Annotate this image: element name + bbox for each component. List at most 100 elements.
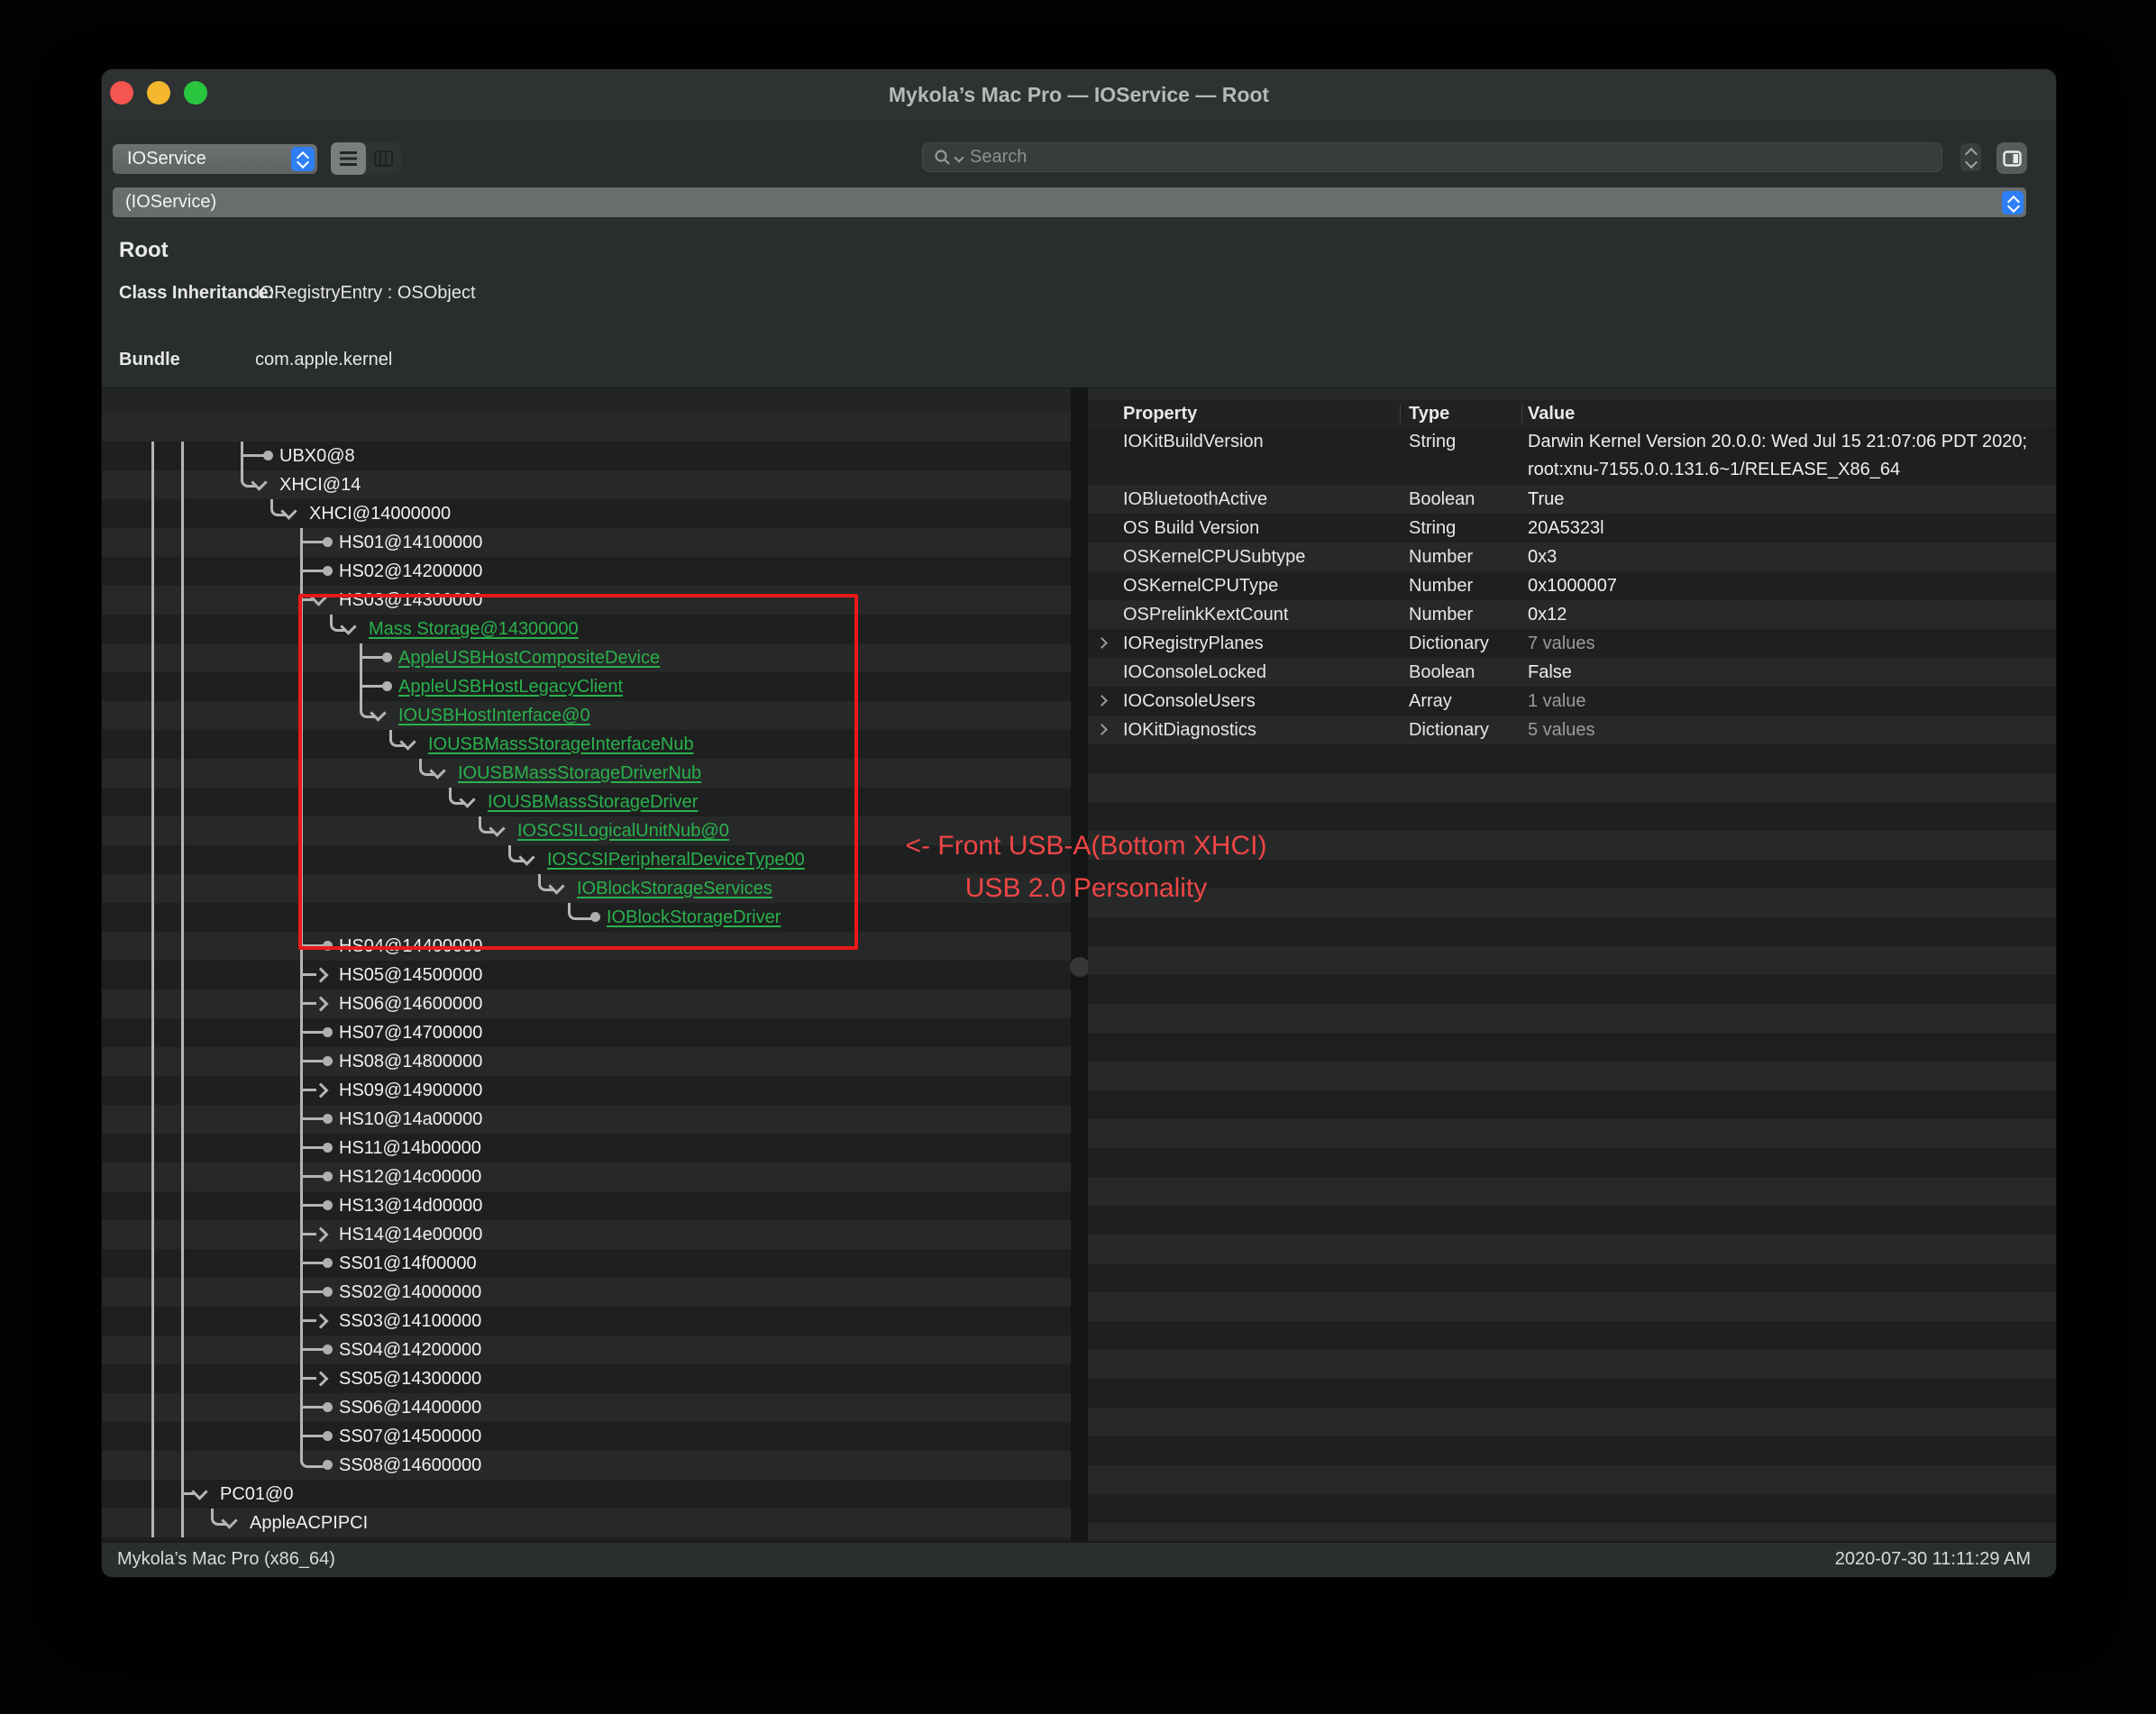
tree-node-label[interactable]: SS08@14600000 bbox=[339, 1451, 481, 1480]
inspector-toggle-button[interactable] bbox=[1996, 142, 2027, 174]
tree-node-label[interactable]: SS05@14300000 bbox=[339, 1364, 481, 1393]
tree-node-label[interactable]: IOUSBMassStorageDriverNub bbox=[458, 759, 701, 788]
tree-row[interactable]: HS04@14400000 bbox=[102, 932, 1071, 961]
property-row[interactable]: OS Build VersionString20A5323l bbox=[1088, 514, 2056, 542]
splitter-handle-icon[interactable] bbox=[1070, 957, 1090, 977]
tree-node-label[interactable]: Mass Storage@14300000 bbox=[369, 615, 579, 643]
disclosure-chevron-icon[interactable] bbox=[1096, 695, 1108, 707]
property-row[interactable]: IOConsoleLockedBooleanFalse bbox=[1088, 658, 2056, 687]
tree-row[interactable]: HS06@14600000 bbox=[102, 989, 1071, 1018]
tree-row[interactable]: HS03@14300000 bbox=[102, 586, 1071, 615]
tree-node-label[interactable]: IOSCSILogicalUnitNub@0 bbox=[517, 816, 729, 845]
tree-row[interactable]: HS07@14700000 bbox=[102, 1018, 1071, 1047]
tree-node-label[interactable]: HS13@14d00000 bbox=[339, 1191, 482, 1220]
collapsed-arrow-icon[interactable] bbox=[314, 1227, 329, 1243]
property-row[interactable]: IORegistryPlanesDictionary7 values bbox=[1088, 629, 2056, 658]
plane-path-bar[interactable]: (IOService) bbox=[113, 187, 2026, 217]
tree-row[interactable]: HS13@14d00000 bbox=[102, 1191, 1071, 1220]
column-header-property[interactable]: Property bbox=[1123, 400, 1197, 427]
expanded-chevron-icon[interactable] bbox=[191, 1483, 207, 1500]
tree-row[interactable]: SS07@14500000 bbox=[102, 1422, 1071, 1451]
tree-node-label[interactable]: SS07@14500000 bbox=[339, 1422, 481, 1451]
tree-row[interactable]: AppleUSBHostLegacyClient bbox=[102, 672, 1071, 701]
property-row[interactable]: OSPrelinkKextCountNumber0x12 bbox=[1088, 600, 2056, 629]
tree-node-label[interactable]: XHCI@14000000 bbox=[309, 499, 451, 528]
tree-node-label[interactable]: HS10@14a00000 bbox=[339, 1105, 482, 1134]
tree-row[interactable]: PC01@0 bbox=[102, 1480, 1071, 1509]
tree-row[interactable]: HS11@14b00000 bbox=[102, 1134, 1071, 1162]
tree-node-label[interactable]: HS14@14e00000 bbox=[339, 1220, 482, 1249]
tree-row[interactable]: IOUSBMassStorageInterfaceNub bbox=[102, 730, 1071, 759]
collapsed-arrow-icon[interactable] bbox=[314, 997, 329, 1012]
disclosure-chevron-icon[interactable] bbox=[1096, 724, 1108, 735]
tree-node-label[interactable]: HS09@14900000 bbox=[339, 1076, 482, 1105]
tree-row[interactable]: HS09@14900000 bbox=[102, 1076, 1071, 1105]
tree-row[interactable]: IOBlockStorageServices bbox=[102, 874, 1071, 903]
history-stepper[interactable] bbox=[1960, 143, 1981, 171]
tree-row[interactable]: IOSCSILogicalUnitNub@0 bbox=[102, 816, 1071, 845]
tree-row[interactable]: HS10@14a00000 bbox=[102, 1105, 1071, 1134]
column-view-button[interactable] bbox=[366, 142, 401, 175]
property-row[interactable]: OSKernelCPUTypeNumber0x1000007 bbox=[1088, 571, 2056, 600]
tree-node-label[interactable]: IOBlockStorageDriver bbox=[607, 903, 781, 932]
plane-selector-popup[interactable]: IOService bbox=[113, 144, 317, 174]
tree-row[interactable]: IOSCSIPeripheralDeviceType00 bbox=[102, 845, 1071, 874]
tree-row[interactable]: SS02@14000000 bbox=[102, 1278, 1071, 1307]
tree-node-label[interactable]: SS02@14000000 bbox=[339, 1278, 481, 1307]
tree-node-label[interactable]: HS06@14600000 bbox=[339, 989, 482, 1018]
tree-row[interactable]: XHCI@14000000 bbox=[102, 499, 1071, 528]
tree-node-label[interactable]: XHCI@14 bbox=[279, 470, 361, 499]
tree-node-label[interactable]: HS11@14b00000 bbox=[339, 1134, 481, 1162]
tree-row[interactable]: Mass Storage@14300000 bbox=[102, 615, 1071, 643]
list-view-button[interactable] bbox=[331, 142, 366, 175]
tree-node-label[interactable]: HS04@14400000 bbox=[339, 932, 482, 961]
tree-row[interactable]: IOUSBHostInterface@0 bbox=[102, 701, 1071, 730]
collapsed-arrow-icon[interactable] bbox=[314, 1083, 329, 1099]
tree-node-label[interactable]: IOBlockStorageServices bbox=[577, 874, 772, 903]
column-header-type[interactable]: Type bbox=[1409, 400, 1449, 427]
tree-row[interactable]: HS08@14800000 bbox=[102, 1047, 1071, 1076]
column-header-value[interactable]: Value bbox=[1528, 400, 1575, 427]
tree-node-label[interactable]: IOUSBMassStorageDriver bbox=[488, 788, 698, 816]
tree-node-label[interactable]: SS03@14100000 bbox=[339, 1307, 481, 1336]
tree-row[interactable]: SS05@14300000 bbox=[102, 1364, 1071, 1393]
tree-node-label[interactable]: AppleACPIPCI bbox=[250, 1509, 368, 1537]
property-row[interactable]: IOConsoleUsersArray1 value bbox=[1088, 687, 2056, 716]
tree-node-label[interactable]: AppleUSBHostCompositeDevice bbox=[398, 643, 660, 672]
collapsed-arrow-icon[interactable] bbox=[314, 968, 329, 983]
tree-row[interactable]: UBX0@8 bbox=[102, 442, 1071, 470]
tree-node-label[interactable]: HS12@14c00000 bbox=[339, 1162, 481, 1191]
tree-row[interactable]: IOUSBMassStorageDriver bbox=[102, 788, 1071, 816]
collapsed-arrow-icon[interactable] bbox=[314, 1314, 329, 1329]
tree-node-label[interactable]: HS02@14200000 bbox=[339, 557, 482, 586]
tree-row[interactable]: IOUSBMassStorageDriverNub bbox=[102, 759, 1071, 788]
tree-node-label[interactable]: HS05@14500000 bbox=[339, 961, 482, 989]
tree-row[interactable]: AppleACPIPCI bbox=[102, 1509, 1071, 1537]
tree-row[interactable]: SS01@14f00000 bbox=[102, 1249, 1071, 1278]
tree-node-label[interactable]: PC01@0 bbox=[220, 1480, 293, 1509]
tree-row[interactable]: IOBlockStorageDriver bbox=[102, 903, 1071, 932]
tree-node-label[interactable]: SS06@14400000 bbox=[339, 1393, 481, 1422]
tree-node-label[interactable]: HS03@14300000 bbox=[339, 586, 482, 615]
tree-node-label[interactable]: SS01@14f00000 bbox=[339, 1249, 477, 1278]
panel-splitter[interactable] bbox=[1071, 388, 1088, 1544]
tree-row[interactable]: HS01@14100000 bbox=[102, 528, 1071, 557]
tree-row[interactable]: HS12@14c00000 bbox=[102, 1162, 1071, 1191]
tree-row[interactable]: SS08@14600000 bbox=[102, 1451, 1071, 1480]
property-row[interactable]: IOKitDiagnosticsDictionary5 values bbox=[1088, 716, 2056, 744]
tree-node-label[interactable]: IOUSBHostInterface@0 bbox=[398, 701, 590, 730]
tree-row[interactable]: HS05@14500000 bbox=[102, 961, 1071, 989]
tree-node-label[interactable]: SS04@14200000 bbox=[339, 1336, 481, 1364]
search-input[interactable]: Search bbox=[922, 142, 1942, 172]
expanded-chevron-icon[interactable] bbox=[310, 589, 326, 606]
tree-node-label[interactable]: HS07@14700000 bbox=[339, 1018, 482, 1047]
tree-row[interactable]: HS14@14e00000 bbox=[102, 1220, 1071, 1249]
tree-row[interactable]: XHCI@14 bbox=[102, 470, 1071, 499]
tree-row[interactable]: AppleUSBHostCompositeDevice bbox=[102, 643, 1071, 672]
tree-row[interactable]: SS04@14200000 bbox=[102, 1336, 1071, 1364]
tree-node-label[interactable]: IOUSBMassStorageInterfaceNub bbox=[428, 730, 694, 759]
step-down-icon[interactable] bbox=[1965, 156, 1978, 169]
tree-row[interactable]: HS02@14200000 bbox=[102, 557, 1071, 586]
tree-row[interactable]: SS06@14400000 bbox=[102, 1393, 1071, 1422]
property-row[interactable]: IOBluetoothActiveBooleanTrue bbox=[1088, 485, 2056, 514]
